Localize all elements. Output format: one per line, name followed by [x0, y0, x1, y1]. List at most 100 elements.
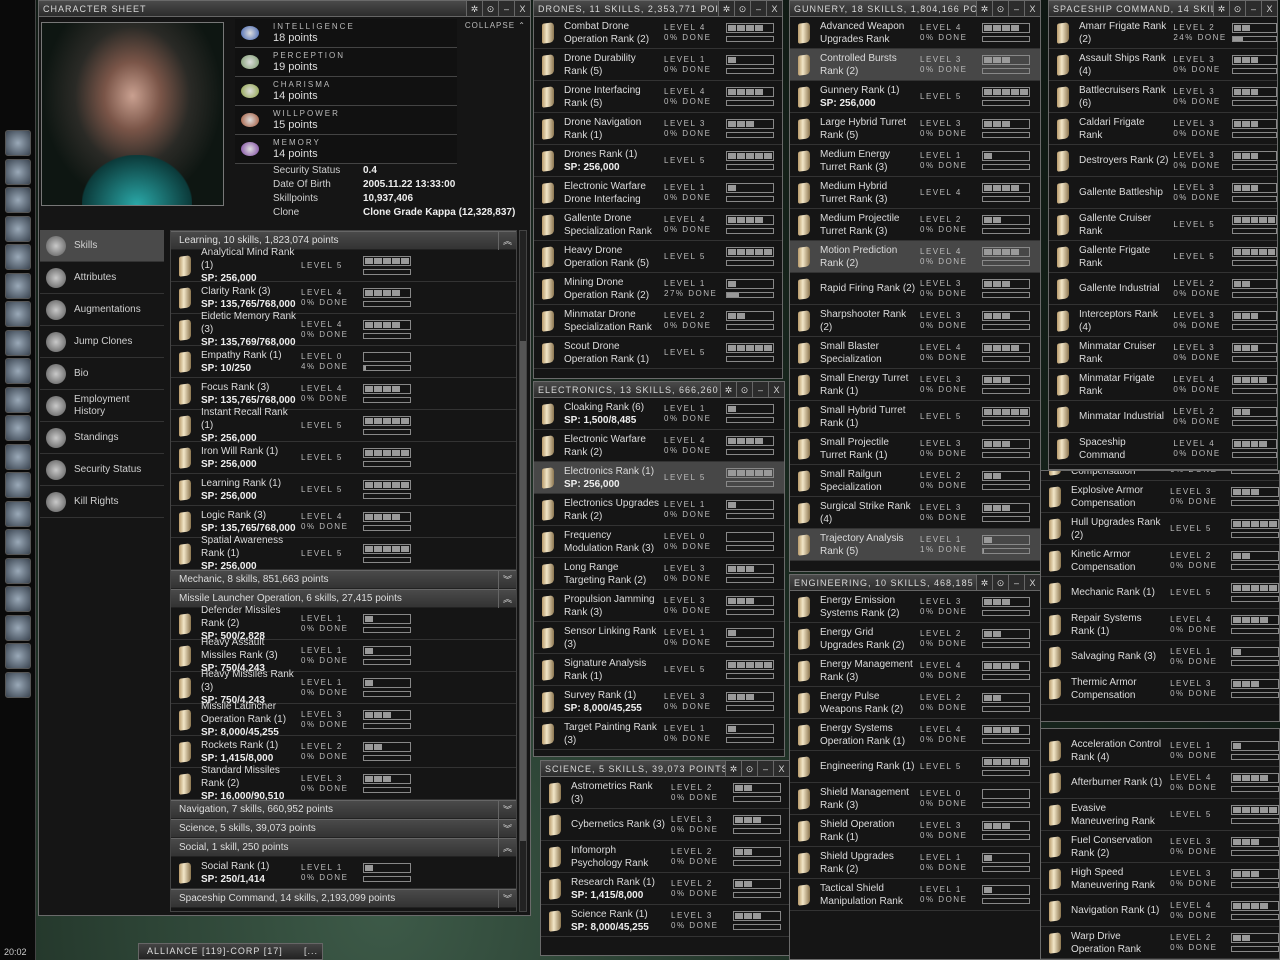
skill-row[interactable]: Standard Missiles Rank (2) SP: 16,000/90,… — [171, 765, 516, 802]
skill-row[interactable]: Iron Will Rank (1) SP: 256,000 LEVEL 5 — [171, 442, 516, 474]
skill-row[interactable]: Caldari Frigate Rank LEVEL 3 0% DONE — [1049, 113, 1277, 145]
options-icon[interactable]: ⊙ — [741, 761, 757, 776]
skill-row[interactable]: Electronics Upgrades Rank (2) LEVEL 1 0% … — [534, 494, 784, 526]
window-header[interactable]: SCIENCE, 5 SKILLS, 39,073 POINTS ✲ ⊙ – x — [541, 761, 789, 777]
pin-icon[interactable]: ✲ — [976, 1, 992, 16]
skill-row[interactable]: Navigation Rank (1) LEVEL 4 0% DONE — [1041, 895, 1279, 927]
skill-row[interactable]: Surgical Strike Rank (4) LEVEL 3 0% DONE — [790, 497, 1040, 529]
skill-row[interactable]: Spaceship Command LEVEL 4 0% DONE — [1049, 433, 1277, 465]
expand-icon[interactable]: ︾ — [498, 890, 516, 908]
skill-row[interactable]: Infomorph Psychology Rank LEVEL 2 0% DONE — [541, 841, 789, 873]
skill-row[interactable]: Small Hybrid Turret Rank (1) LEVEL 5 — [790, 401, 1040, 433]
minimize-icon[interactable]: – — [498, 1, 514, 16]
pin-icon[interactable]: ✲ — [718, 1, 734, 16]
skill-row[interactable]: Gallente Drone Specialization Rank LEVEL… — [534, 209, 782, 241]
skill-row[interactable]: Drone Interfacing Rank (5) LEVEL 4 0% DON… — [534, 81, 782, 113]
skill-row[interactable]: Analytical Mind Rank (1) SP: 256,000 LEVE… — [171, 247, 516, 284]
skill-row[interactable]: Assault Ships Rank (4) LEVEL 3 0% DONE — [1049, 49, 1277, 81]
skill-row[interactable]: Energy Pulse Weapons Rank (2) LEVEL 2 0% … — [790, 687, 1040, 719]
nav-item-skills[interactable]: Skills — [40, 230, 164, 262]
notepad-icon[interactable] — [5, 215, 31, 242]
options-icon[interactable]: ⊙ — [992, 575, 1008, 590]
skill-row[interactable]: Small Energy Turret Rank (1) LEVEL 3 0% D… — [790, 369, 1040, 401]
skill-row[interactable]: Cybernetics Rank (3) LEVEL 3 0% DONE — [541, 809, 789, 841]
skill-row[interactable]: Medium Hybrid Turret Rank (3) LEVEL 4 — [790, 177, 1040, 209]
skill-row[interactable]: Tactical Shield Manipulation Rank LEVEL … — [790, 879, 1040, 911]
collapse-button[interactable]: COLLAPSE ⌃ — [465, 21, 526, 30]
skill-group-header[interactable]: Mechanic, 8 skills, 851,663 points ︾ — [171, 570, 516, 589]
skill-row[interactable]: Repair Systems Rank (1) LEVEL 4 0% DONE — [1041, 609, 1279, 641]
info-icon[interactable] — [5, 643, 31, 669]
skill-row[interactable]: Missile Launcher Operation Rank (1) SP: 8… — [171, 701, 516, 738]
options-icon[interactable]: ⊙ — [736, 382, 752, 397]
skill-row[interactable]: Astrometrics Rank (3) LEVEL 2 0% DONE — [541, 777, 789, 809]
options-icon[interactable]: ⊙ — [1229, 1, 1245, 16]
skill-row[interactable]: Empathy Rank (1) SP: 10/250 LEVEL 0 4% DON… — [171, 346, 516, 378]
skill-row[interactable]: Small Blaster Specialization LEVEL 4 0% D… — [790, 337, 1040, 369]
window-header[interactable]: ELECTRONICS, 13 SKILLS, 666,260 POIN ✲ ⊙ – x — [534, 382, 784, 398]
skill-row[interactable]: Sensor Linking Rank (3) LEVEL 1 0% DONE — [534, 622, 784, 654]
nav-item-jump-clones[interactable]: Jump Clones — [40, 326, 164, 358]
skill-row[interactable]: Gallente Cruiser Rank LEVEL 5 — [1049, 209, 1277, 241]
skill-row[interactable]: Fuel Conservation Rank (2) LEVEL 3 0% DON… — [1041, 831, 1279, 863]
skill-row[interactable]: Evasive Maneuvering Rank LEVEL 5 — [1041, 799, 1279, 831]
window-header[interactable]: SPACESHIP COMMAND, 14 SKILLS, ✲ ⊙ – x — [1049, 1, 1277, 17]
skill-row[interactable]: Long Range Targeting Rank (2) LEVEL 3 0% … — [534, 558, 784, 590]
skill-row[interactable]: Electronic Warfare Rank (2) LEVEL 4 0% DO… — [534, 430, 784, 462]
skill-row[interactable]: Minmatar Drone Specialization Rank LEVEL… — [534, 305, 782, 337]
options-icon[interactable]: ⊙ — [482, 1, 498, 16]
collapse-icon[interactable]: ︽ — [498, 839, 516, 857]
pin-icon[interactable]: ✲ — [725, 761, 741, 776]
skill-row[interactable]: Battlecruisers Rank (6) LEVEL 3 0% DONE — [1049, 81, 1277, 113]
skill-row[interactable]: Heavy Drone Operation Rank (5) LEVEL 5 — [534, 241, 782, 273]
inventory-icon[interactable] — [5, 415, 31, 441]
skill-row[interactable]: Drone Durability Rank (5) LEVEL 1 0% DONE — [534, 49, 782, 81]
skill-row[interactable]: Amarr Frigate Rank (2) LEVEL 2 24% DONE — [1049, 17, 1277, 49]
minimize-icon[interactable]: – — [1008, 575, 1024, 590]
skill-row[interactable]: Small Projectile Turret Rank (1) LEVEL 3… — [790, 433, 1040, 465]
skill-row[interactable]: Science Rank (1) SP: 8,000/45,255 LEVEL 3… — [541, 905, 789, 937]
skill-row[interactable]: Target Painting Rank (3) LEVEL 1 0% DONE — [534, 718, 784, 750]
minimize-icon[interactable]: – — [757, 761, 773, 776]
close-icon[interactable]: x — [768, 382, 784, 397]
skill-row[interactable]: Salvaging Rank (3) LEVEL 1 0% DONE — [1041, 641, 1279, 673]
skill-row[interactable]: Minmatar Cruiser Rank LEVEL 3 0% DONE — [1049, 337, 1277, 369]
skill-row[interactable]: Gallente Industrial LEVEL 2 0% DONE — [1049, 273, 1277, 305]
skill-group-header[interactable]: Navigation, 7 skills, 660,952 points ︾ — [171, 800, 516, 819]
chat-tab-more[interactable]: [... — [304, 944, 318, 959]
skill-row[interactable]: Scout Drone Operation Rank (1) LEVEL 5 — [534, 337, 782, 369]
skill-row[interactable]: Medium Projectile Turret Rank (3) LEVEL … — [790, 209, 1040, 241]
skill-row[interactable]: Motion Prediction Rank (2) LEVEL 4 0% DON… — [790, 241, 1040, 273]
expand-icon[interactable]: ︾ — [498, 820, 516, 838]
skill-row[interactable]: Explosive Armor Compensation LEVEL 3 0% D… — [1041, 481, 1279, 513]
skill-row[interactable]: Afterburner Rank (1) LEVEL 4 0% DONE — [1041, 767, 1279, 799]
skill-row[interactable]: Drone Navigation Rank (1) LEVEL 3 0% DONE — [534, 113, 782, 145]
skill-row[interactable]: Acceleration Control Rank (4) LEVEL 1 0% … — [1041, 735, 1279, 767]
skill-row[interactable]: Kinetic Armor Compensation LEVEL 2 0% DON… — [1041, 545, 1279, 577]
minimize-icon[interactable]: – — [750, 1, 766, 16]
fitting-icon[interactable] — [5, 386, 31, 413]
skill-row[interactable]: Instant Recall Rank (1) SP: 256,000 LEVEL… — [171, 407, 516, 444]
nav-item-attributes[interactable]: Attributes — [40, 262, 164, 294]
portrait-icon[interactable] — [5, 671, 31, 698]
close-icon[interactable]: x — [773, 761, 789, 776]
skill-row[interactable]: Interceptors Rank (4) LEVEL 3 0% DONE — [1049, 305, 1277, 337]
skill-list-scrollbar[interactable] — [519, 230, 527, 912]
collapse-icon[interactable]: ︽ — [498, 590, 516, 608]
skill-row[interactable]: Shield Management Rank (3) LEVEL 0 0% DON… — [790, 783, 1040, 815]
skill-row[interactable]: Shield Operation Rank (1) LEVEL 3 0% DONE — [790, 815, 1040, 847]
nav-item-bio[interactable]: Bio — [40, 358, 164, 390]
skill-row[interactable]: Shield Upgrades Rank (2) LEVEL 1 0% DONE — [790, 847, 1040, 879]
close-icon[interactable]: x — [1261, 1, 1277, 16]
skill-row[interactable]: Energy Management Rank (3) LEVEL 4 0% DON… — [790, 655, 1040, 687]
skill-row[interactable]: Minmatar Industrial LEVEL 2 0% DONE — [1049, 401, 1277, 433]
skill-row[interactable]: Cloaking Rank (6) SP: 1,500/8,485 LEVEL 1… — [534, 398, 784, 430]
mail-icon[interactable] — [5, 187, 31, 213]
skill-row[interactable]: Electronic Warfare Drone Interfacing LEV… — [534, 177, 782, 209]
skill-row[interactable]: Destroyers Rank (2) LEVEL 3 0% DONE — [1049, 145, 1277, 177]
market-icon[interactable] — [5, 272, 31, 299]
nav-item-kill-rights[interactable]: Kill Rights — [40, 486, 164, 518]
skill-row[interactable]: Gallente Frigate Rank LEVEL 5 — [1049, 241, 1277, 273]
skill-row[interactable]: Mechanic Rank (1) LEVEL 5 — [1041, 577, 1279, 609]
expand-icon[interactable]: ︾ — [498, 801, 516, 819]
